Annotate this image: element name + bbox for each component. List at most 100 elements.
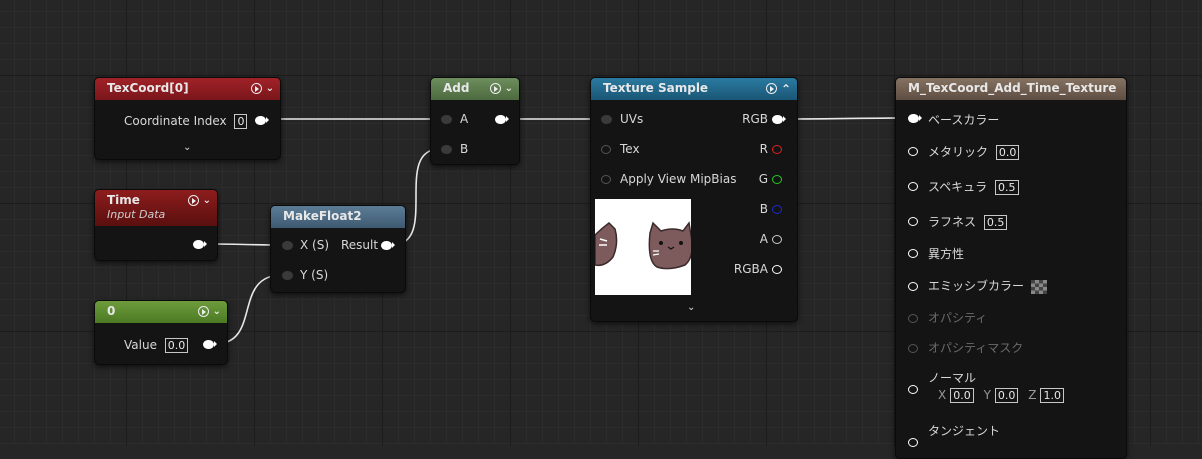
makefloat2-result-label: Result <box>341 238 379 252</box>
specular-label: スペキュラ <box>928 180 988 194</box>
texture-sample-node-header[interactable]: Texture Sample ⌃ <box>591 78 797 100</box>
add-b-input-pin[interactable] <box>441 145 452 154</box>
add-output-pin[interactable] <box>495 115 506 124</box>
tex-input-pin[interactable] <box>601 145 611 154</box>
makefloat2-x-label: X (S) <box>300 238 330 252</box>
texture-sample-node-title: Texture Sample <box>603 81 709 95</box>
time-node-header[interactable]: Time Input Data ⌄ <box>95 190 217 226</box>
tangent-pin[interactable] <box>908 438 918 447</box>
a-output-pin[interactable] <box>772 235 782 244</box>
tangent-label: タンジェント <box>928 424 1001 438</box>
texcoord-node[interactable]: TexCoord[0] ⌄ Coordinate Index 0 ⌄ <box>94 77 281 160</box>
a-label: A <box>759 232 768 246</box>
r-label: R <box>759 142 768 156</box>
chevron-down-icon[interactable]: ⌄ <box>203 195 211 206</box>
add-node-header[interactable]: Add ⌄ <box>431 78 519 100</box>
normal-pin[interactable] <box>908 385 918 394</box>
opacity-mask-pin <box>908 344 918 353</box>
r-output-pin[interactable] <box>772 145 782 154</box>
add-b-label: B <box>460 142 469 156</box>
time-node[interactable]: Time Input Data ⌄ <box>94 189 218 261</box>
specular-row: スペキュラ 0.5 <box>928 178 1019 195</box>
normal-x-field[interactable]: 0.0 <box>950 388 974 403</box>
b-output-pin[interactable] <box>772 205 782 214</box>
makefloat2-y-input-pin[interactable] <box>282 271 293 280</box>
normal-y-field[interactable]: 0.0 <box>994 388 1019 403</box>
emissive-row: エミッシブカラー <box>928 277 1047 294</box>
metallic-field[interactable]: 0.0 <box>995 145 1020 160</box>
texture-sample-node[interactable]: Texture Sample ⌃ UVs Tex Apply View MipB… <box>590 77 798 322</box>
material-node-title: M_TexCoord_Add_Time_Texture <box>908 81 1117 95</box>
emissive-label: エミッシブカラー <box>928 279 1025 293</box>
chevron-up-icon[interactable]: ⌃ <box>781 83 791 95</box>
texture-preview-image <box>595 199 691 295</box>
texcoord-node-header[interactable]: TexCoord[0] ⌄ <box>95 78 280 100</box>
add-node-title: Add <box>443 81 470 95</box>
g-output-pin[interactable] <box>772 175 782 184</box>
preview-toggle-icon[interactable] <box>187 195 199 206</box>
tex-label: Tex <box>620 142 640 156</box>
metallic-pin[interactable] <box>908 147 918 156</box>
opacity-mask-label: オパシティマスク <box>928 341 1024 355</box>
roughness-row: ラフネス 0.5 <box>928 213 1008 230</box>
chevron-down-icon[interactable]: ⌄ <box>213 306 221 317</box>
base-color-label: ベースカラー <box>928 113 1000 127</box>
material-node-header[interactable]: M_TexCoord_Add_Time_Texture <box>896 78 1126 100</box>
normal-label: ノーマル <box>928 371 977 385</box>
constant-node-title: 0 <box>107 304 116 318</box>
preview-toggle-icon[interactable] <box>250 83 262 94</box>
coordinate-index-row: Coordinate Index 0 <box>124 114 248 129</box>
roughness-pin[interactable] <box>908 217 918 226</box>
normal-x-label: X <box>938 388 947 402</box>
uvs-input-pin[interactable] <box>601 115 612 124</box>
time-node-title: Time <box>107 193 140 207</box>
texcoord-node-title: TexCoord[0] <box>107 81 189 95</box>
specular-pin[interactable] <box>908 182 918 191</box>
constant-output-pin[interactable] <box>203 340 214 349</box>
expand-chevron-icon[interactable]: ⌄ <box>183 142 191 153</box>
makefloat2-result-pin[interactable] <box>381 241 392 250</box>
constant-node-header[interactable]: 0 ⌄ <box>95 301 227 323</box>
texcoord-output-pin[interactable] <box>255 116 266 125</box>
mipbias-label: Apply View MipBias <box>620 172 737 186</box>
normal-z-field[interactable]: 1.0 <box>1040 388 1064 403</box>
metallic-label: メタリック <box>928 145 989 159</box>
add-a-input-pin[interactable] <box>441 115 452 124</box>
metallic-row: メタリック 0.0 <box>928 143 1020 160</box>
makefloat2-node-header[interactable]: MakeFloat2 <box>271 206 405 228</box>
mipbias-input-pin[interactable] <box>601 175 611 184</box>
rgba-output-pin[interactable] <box>772 265 782 274</box>
chevron-down-icon[interactable]: ⌄ <box>266 83 274 94</box>
specular-field[interactable]: 0.5 <box>995 180 1019 195</box>
add-a-label: A <box>460 112 469 126</box>
constant-node[interactable]: 0 ⌄ Value 0.0 <box>94 300 228 365</box>
chevron-down-icon[interactable]: ⌄ <box>505 83 513 94</box>
b-label: B <box>759 202 768 216</box>
makefloat2-y-label: Y (S) <box>300 268 329 282</box>
emissive-pin[interactable] <box>908 282 918 291</box>
coordinate-index-label: Coordinate Index <box>124 114 227 128</box>
preview-toggle-icon[interactable] <box>489 83 501 94</box>
collapse-chevron-icon[interactable]: ⌄ <box>687 302 695 313</box>
opacity-pin <box>908 314 918 323</box>
rgb-label: RGB <box>742 112 768 126</box>
add-node[interactable]: Add ⌄ A B <box>430 77 520 165</box>
preview-toggle-icon[interactable] <box>197 306 209 317</box>
emissive-color-swatch[interactable] <box>1030 279 1047 294</box>
preview-toggle-icon[interactable] <box>765 83 777 94</box>
anisotropy-pin[interactable] <box>908 249 918 258</box>
roughness-label: ラフネス <box>928 215 977 229</box>
rgb-output-pin[interactable] <box>772 115 783 124</box>
constant-value-field[interactable]: 0.0 <box>164 338 189 353</box>
roughness-field[interactable]: 0.5 <box>983 215 1008 230</box>
makefloat2-x-input-pin[interactable] <box>282 241 293 250</box>
material-result-node[interactable]: M_TexCoord_Add_Time_Texture ベースカラー メタリック… <box>895 77 1127 459</box>
rgba-label: RGBA <box>733 262 768 276</box>
makefloat2-node[interactable]: MakeFloat2 X (S) Result Y (S) <box>270 205 406 293</box>
time-output-pin[interactable] <box>193 240 204 249</box>
coordinate-index-field[interactable]: 0 <box>234 114 248 129</box>
normal-z-label: Z <box>1028 388 1037 402</box>
base-color-pin[interactable] <box>908 114 919 123</box>
normal-y-label: Y <box>983 388 991 402</box>
opacity-label: オパシティ <box>928 311 988 325</box>
